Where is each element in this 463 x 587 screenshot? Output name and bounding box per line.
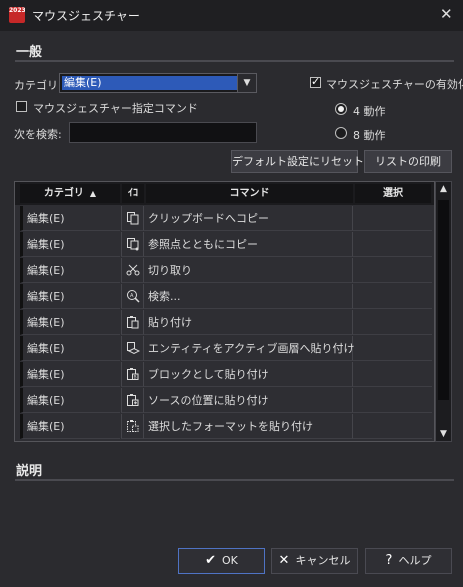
cell-select[interactable]: [353, 310, 432, 335]
cell-select[interactable]: [353, 336, 432, 361]
cell-category: 編集(E): [20, 414, 120, 439]
cut-scissors-icon: [121, 258, 144, 283]
search-magnifier-icon: A: [121, 284, 144, 309]
section-divider: [15, 479, 454, 481]
chevron-down-icon[interactable]: ▼: [237, 74, 256, 92]
table-row[interactable]: 編集(E) 貼り付け: [15, 310, 434, 336]
column-header-category-label: カテゴリ: [43, 188, 84, 199]
close-icon[interactable]: ✕: [440, 5, 453, 23]
cell-category: 編集(E): [20, 336, 120, 361]
cell-category: 編集(E): [20, 388, 120, 413]
section-divider: [15, 60, 454, 62]
table-row[interactable]: 編集(E) 選択したフォーマットを貼り付け: [15, 414, 434, 440]
copy-clipboard-icon: [121, 206, 144, 231]
search-input[interactable]: [69, 122, 257, 143]
ok-button-label: OK: [222, 554, 238, 567]
reset-defaults-button[interactable]: デフォルト設定にリセット: [231, 150, 364, 173]
svg-text:A: A: [130, 293, 134, 299]
cell-command: 検索...: [144, 284, 353, 309]
specify-commands-checkbox[interactable]: [16, 101, 27, 112]
scroll-down-icon[interactable]: ▼: [436, 429, 451, 439]
scroll-up-icon[interactable]: ▲: [436, 184, 451, 194]
print-list-button[interactable]: リストの印刷: [364, 150, 452, 173]
ok-button[interactable]: ✔ OK: [178, 548, 265, 574]
table-scrollbar[interactable]: ▲ ▼: [435, 181, 452, 442]
cell-select[interactable]: [353, 284, 432, 309]
column-header-icon[interactable]: ｲｺ: [122, 184, 144, 203]
paste-to-active-layer-icon: [121, 336, 144, 361]
cell-category: 編集(E): [20, 284, 120, 309]
cell-command: クリップボードへコピー: [144, 206, 353, 231]
enable-gestures-checkbox[interactable]: [310, 75, 321, 88]
cell-select[interactable]: [353, 206, 432, 231]
table-row[interactable]: 編集(E) 切り取り: [15, 258, 434, 284]
table-header: カテゴリ ▲ ｲｺ コマンド 選択: [15, 182, 434, 205]
cancel-button-label: キャンセル: [295, 554, 351, 567]
paste-as-block-icon: B: [121, 362, 144, 387]
window-title: マウスジェスチャー: [32, 9, 140, 23]
cell-category: 編集(E): [20, 362, 120, 387]
table-row[interactable]: 編集(E) 参照点とともにコピー: [15, 232, 434, 258]
cell-command: 貼り付け: [144, 310, 353, 335]
cell-command: 選択したフォーマットを貼り付け: [144, 414, 353, 439]
section-title-general: 一般: [16, 45, 43, 60]
table-row[interactable]: 編集(E) ソースの位置に貼り付け: [15, 388, 434, 414]
cell-select[interactable]: [353, 258, 432, 283]
cancel-button[interactable]: ✕ キャンセル: [271, 548, 358, 574]
cell-select[interactable]: [353, 232, 432, 257]
paste-special-icon: [121, 414, 144, 439]
table-row[interactable]: 編集(E) B ブロックとして貼り付け: [15, 362, 434, 388]
copy-with-base-point-icon: [121, 232, 144, 257]
checkmark-icon: ✔: [205, 553, 217, 568]
svg-text:B: B: [133, 375, 136, 381]
cell-category: 編集(E): [20, 258, 120, 283]
table-row[interactable]: 編集(E) エンティティをアクティブ画層へ貼り付け: [15, 336, 434, 362]
enable-gestures-label: マウスジェスチャーの有効化: [326, 78, 463, 91]
column-header-select[interactable]: 選択: [355, 184, 431, 203]
radio-8-actions[interactable]: [335, 127, 347, 139]
column-header-category[interactable]: カテゴリ ▲: [20, 184, 120, 203]
table-row[interactable]: 編集(E) クリップボードへコピー: [15, 206, 434, 232]
help-button[interactable]: ? ヘルプ: [365, 548, 452, 574]
cell-select[interactable]: [353, 414, 432, 439]
category-selected-value: 編集(E): [62, 76, 240, 90]
cell-category: 編集(E): [20, 310, 120, 335]
command-table: カテゴリ ▲ ｲｺ コマンド 選択 編集(E) クリップボードへコピー 編集(E) 参照…: [14, 181, 435, 442]
help-button-label: ヘルプ: [398, 554, 432, 567]
cell-select[interactable]: [353, 388, 432, 413]
app-logo-badge: 2023: [9, 7, 25, 14]
column-header-command[interactable]: コマンド: [146, 184, 353, 203]
cell-select[interactable]: [353, 362, 432, 387]
table-row[interactable]: 編集(E) A 検索...: [15, 284, 434, 310]
help-icon: ?: [385, 553, 393, 568]
sort-ascending-icon: ▲: [89, 189, 97, 198]
category-dropdown[interactable]: 編集(E) ▼: [59, 73, 257, 93]
cell-command: 参照点とともにコピー: [144, 232, 353, 257]
cell-category: 編集(E): [20, 206, 120, 231]
section-title-description: 説明: [16, 464, 43, 479]
specify-commands-label: マウスジェスチャー指定コマンド: [33, 102, 198, 115]
app-logo-icon: 2023: [9, 7, 25, 23]
cell-command: エンティティをアクティブ画層へ貼り付け: [144, 336, 354, 361]
scrollbar-thumb[interactable]: [438, 200, 449, 400]
paste-icon: [121, 310, 144, 335]
category-label: カテゴリ:: [14, 79, 62, 92]
cell-category: 編集(E): [20, 232, 120, 257]
paste-to-original-coords-icon: [121, 388, 144, 413]
radio-4-actions-label: 4 動作: [353, 105, 386, 118]
radio-4-actions[interactable]: [335, 103, 347, 115]
close-icon: ✕: [278, 553, 290, 568]
search-label: 次を検索:: [14, 128, 62, 141]
radio-8-actions-label: 8 動作: [353, 129, 386, 142]
cell-command: ソースの位置に貼り付け: [144, 388, 353, 413]
cell-command: ブロックとして貼り付け: [144, 362, 353, 387]
cell-command: 切り取り: [144, 258, 353, 283]
